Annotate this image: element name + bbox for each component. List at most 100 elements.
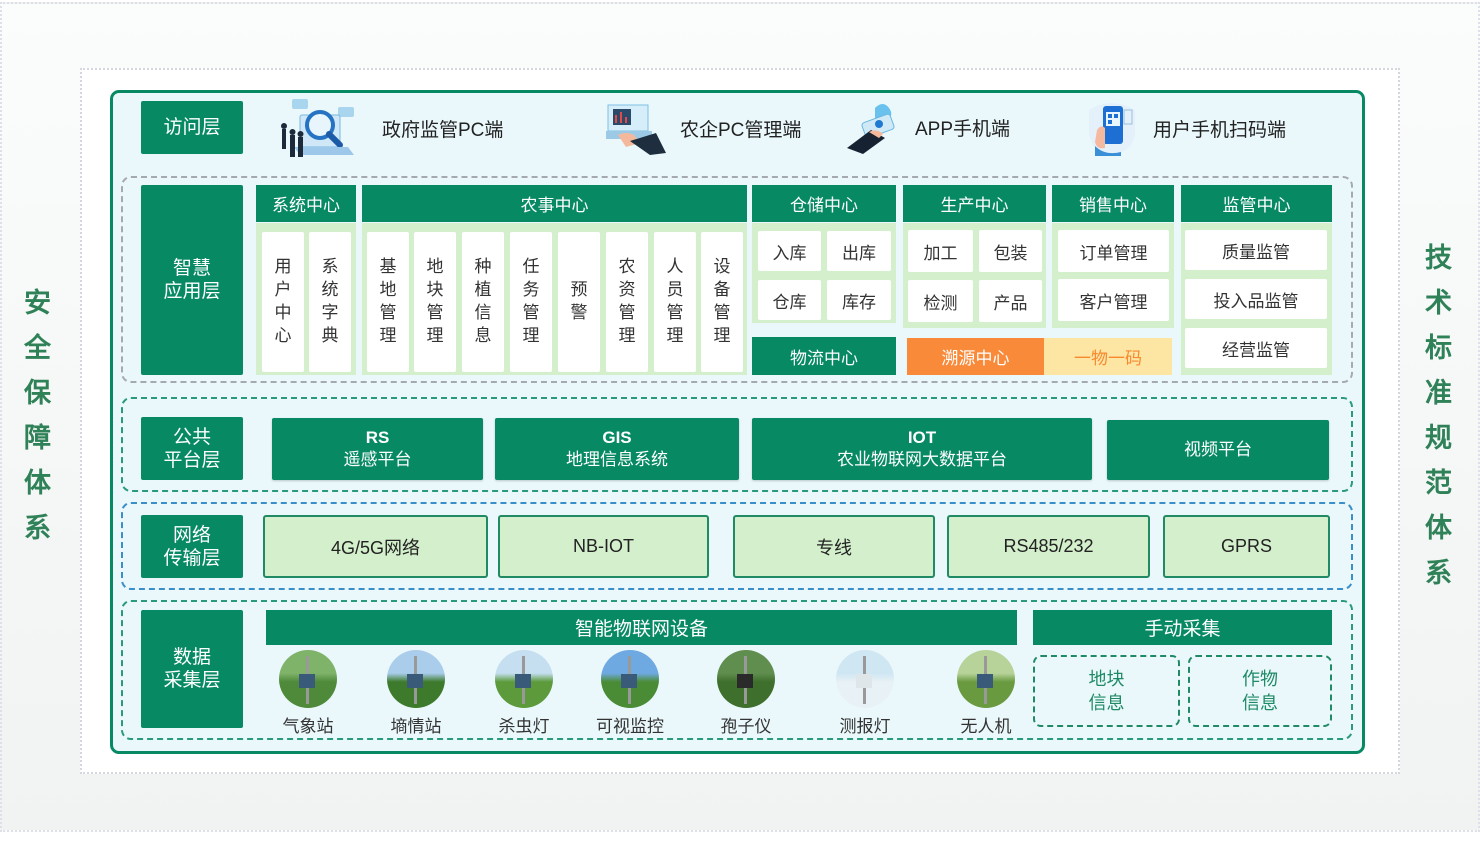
farming-center-header[interactable]: 农事中心 bbox=[362, 185, 747, 222]
farming-module[interactable]: 农资管理 bbox=[606, 232, 648, 372]
device-label: 孢子仪 bbox=[720, 717, 772, 737]
farming-module[interactable]: 种植信息 bbox=[462, 232, 504, 372]
module-testing[interactable]: 检测 bbox=[908, 280, 973, 322]
char: 典 bbox=[321, 326, 339, 346]
char: 管 bbox=[379, 303, 397, 323]
network-dedicated-line[interactable]: 专线 bbox=[733, 515, 935, 578]
platform-rs[interactable]: RS 遥感平台 bbox=[272, 418, 483, 480]
spore-trap-photo-icon bbox=[717, 650, 775, 708]
module-business-supervision[interactable]: 经营监管 bbox=[1185, 328, 1327, 368]
iot-device[interactable]: 气象站 bbox=[258, 650, 358, 737]
module-order-management[interactable]: 订单管理 bbox=[1058, 230, 1169, 272]
iot-device[interactable]: 可视监控 bbox=[580, 650, 680, 737]
logistics-center[interactable]: 物流中心 bbox=[752, 337, 896, 375]
access-item-enterprise-pc[interactable]: 农企PC管理端 bbox=[600, 95, 801, 161]
module-quality-supervision[interactable]: 质量监管 bbox=[1185, 230, 1327, 270]
manual-crop-info[interactable]: 作物 信息 bbox=[1188, 655, 1332, 727]
one-item-one-code[interactable]: 一物一码 bbox=[1044, 338, 1172, 375]
char: 理 bbox=[666, 326, 684, 346]
iot-device[interactable]: 杀虫灯 bbox=[474, 650, 574, 737]
qr-scan-phone-icon bbox=[1083, 100, 1141, 156]
network-gprs[interactable]: GPRS bbox=[1163, 515, 1330, 578]
manual-collection-header: 手动采集 bbox=[1033, 610, 1332, 645]
char: 系 bbox=[321, 257, 339, 277]
farming-module[interactable]: 设备管理 bbox=[701, 232, 743, 372]
side-char: 系 bbox=[24, 513, 51, 544]
video-monitor-photo-icon bbox=[601, 650, 659, 708]
manual-line: 作物 bbox=[1242, 669, 1278, 689]
iot-device[interactable]: 墒情站 bbox=[366, 650, 466, 737]
label-line: 平台层 bbox=[163, 449, 221, 471]
farming-module[interactable]: 人员管理 bbox=[654, 232, 696, 372]
module-outbound[interactable]: 出库 bbox=[827, 231, 891, 271]
farming-module[interactable]: 任务管理 bbox=[510, 232, 552, 372]
char: 息 bbox=[474, 326, 492, 346]
system-center-header[interactable]: 系统中心 bbox=[256, 185, 356, 222]
char: 务 bbox=[522, 280, 540, 300]
side-char: 障 bbox=[24, 423, 51, 454]
iot-device[interactable]: 无人机 bbox=[936, 650, 1036, 737]
iot-devices-header: 智能物联网设备 bbox=[266, 610, 1017, 645]
access-item-government-pc[interactable]: 政府监管PC端 bbox=[278, 95, 503, 161]
supervision-center-header[interactable]: 监管中心 bbox=[1181, 185, 1332, 222]
network-rs485[interactable]: RS485/232 bbox=[947, 515, 1150, 578]
farming-module[interactable]: 地块管理 bbox=[414, 232, 456, 372]
side-char: 安 bbox=[24, 288, 51, 319]
side-char: 术 bbox=[1425, 288, 1452, 319]
module-product[interactable]: 产品 bbox=[979, 280, 1042, 322]
device-label: 无人机 bbox=[960, 717, 1012, 737]
char: 人 bbox=[666, 257, 684, 277]
side-char: 规 bbox=[1425, 423, 1452, 454]
module-input-supervision[interactable]: 投入品监管 bbox=[1185, 279, 1327, 319]
production-center-header[interactable]: 生产中心 bbox=[903, 185, 1046, 222]
char: 管 bbox=[666, 303, 684, 323]
platform-layer-label: 公共 平台层 bbox=[141, 417, 243, 480]
platform-video[interactable]: 视频平台 bbox=[1107, 420, 1329, 480]
manual-plot-info[interactable]: 地块 信息 bbox=[1033, 655, 1180, 727]
char: 统 bbox=[321, 280, 339, 300]
iot-device[interactable]: 孢子仪 bbox=[696, 650, 796, 737]
char: 警 bbox=[570, 303, 588, 323]
char: 理 bbox=[522, 326, 540, 346]
farming-module[interactable]: 预警 bbox=[558, 232, 600, 372]
platform-name: 地理信息系统 bbox=[566, 450, 668, 469]
char: 地 bbox=[379, 280, 397, 300]
trace-center[interactable]: 溯源中心 bbox=[907, 338, 1044, 375]
access-item-qr-scan-phone[interactable]: 用户手机扫码端 bbox=[1083, 100, 1286, 156]
device-label: 杀虫灯 bbox=[498, 717, 550, 737]
platform-name: 视频平台 bbox=[1184, 440, 1252, 459]
char: 资 bbox=[618, 280, 636, 300]
module-packaging[interactable]: 包装 bbox=[979, 230, 1042, 272]
platform-gis[interactable]: GIS 地理信息系统 bbox=[495, 418, 739, 480]
platform-code: GIS bbox=[602, 428, 632, 447]
platform-name: 遥感平台 bbox=[343, 450, 412, 469]
platform-iot[interactable]: IOT 农业物联网大数据平台 bbox=[752, 418, 1092, 480]
access-item-mobile-app[interactable]: APP手机端 bbox=[845, 100, 1010, 155]
char: 预 bbox=[570, 280, 588, 300]
char: 理 bbox=[379, 326, 397, 346]
module-warehouse[interactable]: 仓库 bbox=[758, 280, 821, 320]
iot-device[interactable]: 测报灯 bbox=[815, 650, 915, 737]
farming-module[interactable]: 基地管理 bbox=[367, 232, 409, 372]
char: 员 bbox=[666, 280, 684, 300]
module-system-dictionary[interactable]: 系 统 字 典 bbox=[309, 232, 351, 372]
network-4g5g[interactable]: 4G/5G网络 bbox=[263, 515, 488, 578]
sales-center-header[interactable]: 销售中心 bbox=[1052, 185, 1174, 222]
module-customer-management[interactable]: 客户管理 bbox=[1058, 279, 1169, 321]
device-label: 可视监控 bbox=[596, 717, 664, 737]
platform-code: IOT bbox=[907, 428, 937, 447]
char: 理 bbox=[713, 326, 731, 346]
module-inventory[interactable]: 库存 bbox=[827, 280, 891, 320]
manual-line: 信息 bbox=[1242, 693, 1278, 713]
insect-lamp-photo-icon bbox=[495, 650, 553, 708]
storage-center-header[interactable]: 仓储中心 bbox=[752, 185, 896, 222]
module-user-center[interactable]: 用 户 中 心 bbox=[262, 232, 304, 372]
network-nb-iot[interactable]: NB-IOT bbox=[498, 515, 709, 578]
weather-station-photo-icon bbox=[279, 650, 337, 708]
char: 字 bbox=[321, 303, 339, 323]
char: 备 bbox=[713, 280, 731, 300]
module-processing[interactable]: 加工 bbox=[908, 230, 973, 272]
side-char: 范 bbox=[1425, 468, 1452, 499]
side-char: 标 bbox=[1425, 333, 1452, 364]
module-inbound[interactable]: 入库 bbox=[758, 231, 821, 271]
